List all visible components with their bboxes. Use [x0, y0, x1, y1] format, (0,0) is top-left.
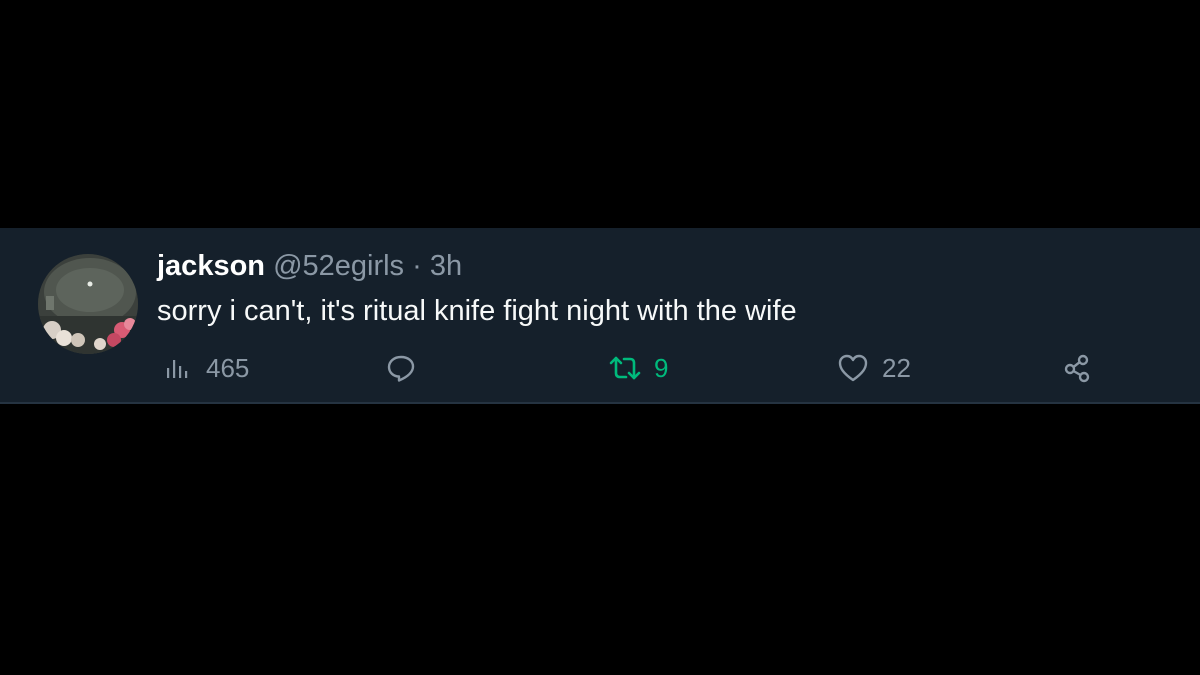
heart-icon: [836, 351, 870, 385]
avatar[interactable]: [38, 254, 138, 354]
share-icon: [1060, 351, 1094, 385]
tweet-header: jackson @52egirls · 3h: [157, 248, 462, 284]
retweet-icon: [608, 351, 642, 385]
like-count: 22: [882, 352, 911, 383]
analytics-icon: [160, 351, 194, 385]
reply-button[interactable]: [384, 348, 418, 388]
header-separator: ·: [412, 250, 422, 282]
retweet-button[interactable]: 9: [608, 348, 668, 388]
reply-icon: [384, 351, 418, 385]
like-button[interactable]: 22: [836, 348, 911, 388]
share-button[interactable]: [1060, 348, 1094, 388]
tweet-timestamp[interactable]: 3h: [430, 250, 462, 282]
views-button[interactable]: 465: [160, 348, 249, 388]
views-count: 465: [206, 352, 250, 383]
retweet-count: 9: [654, 352, 669, 383]
author-handle[interactable]: @52egirls: [273, 250, 404, 282]
tweet-card[interactable]: jackson @52egirls · 3h sorry i can't, it…: [0, 228, 1200, 404]
tweet-text: sorry i can't, it's ritual knife fight n…: [157, 295, 797, 327]
author-name[interactable]: jackson: [157, 250, 265, 282]
